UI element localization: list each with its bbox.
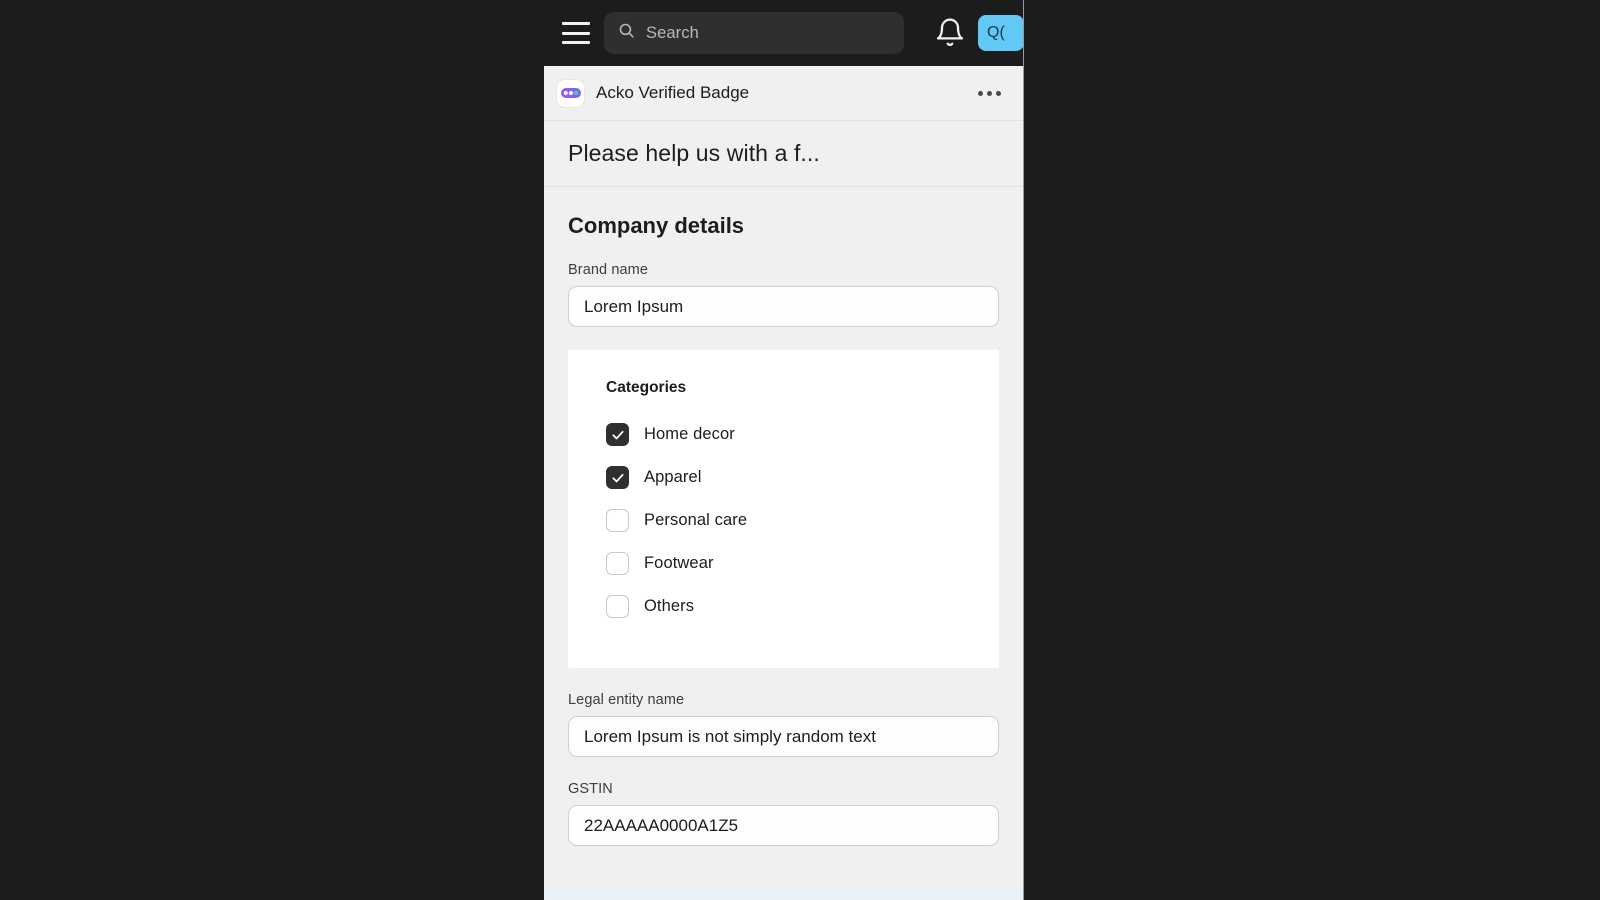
checkbox-label-others: Others [644,597,695,615]
field-brand-name: Brand name Lorem Ipsum [544,262,1023,327]
more-options-kebab-icon[interactable] [976,85,1003,102]
checkbox-footwear[interactable] [606,552,629,575]
checkbox-label-home-decor: Home decor [644,425,735,443]
field-gstin: GSTIN 22AAAAA0000A1Z5 [544,781,1023,846]
checkbox-row-personal-care[interactable]: Personal care [568,499,999,542]
search-input[interactable]: Search [604,12,904,54]
checkbox-apparel[interactable] [606,466,629,489]
acko-app-icon [557,79,584,107]
input-brand-name[interactable]: Lorem Ipsum [568,286,999,327]
categories-card: Categories Home decor Apparel Personal c… [568,350,999,668]
app-header: Acko Verified Badge [544,66,1023,121]
input-legal-entity-name[interactable]: Lorem Ipsum is not simply random text [568,716,999,757]
input-gstin[interactable]: 22AAAAA0000A1Z5 [568,805,999,846]
top-navigation-bar: Search Q( [544,0,1023,66]
checkbox-others[interactable] [606,595,629,618]
checkbox-row-footwear[interactable]: Footwear [568,542,999,585]
bottom-accent-strip [544,887,1023,900]
checkbox-row-apparel[interactable]: Apparel [568,456,999,499]
field-label-brand-name: Brand name [568,262,648,278]
checkbox-label-personal-care: Personal care [644,511,748,529]
mobile-viewport: Search Q( Acko Verified Badge Please hel… [544,0,1024,900]
search-icon [618,22,635,44]
check-icon [611,473,624,482]
page-title: Please help us with a f... [568,140,820,166]
checkbox-label-apparel: Apparel [644,468,702,486]
checkbox-label-footwear: Footwear [644,554,714,572]
hamburger-menu-icon[interactable] [562,22,590,44]
section-title-company-details: Company details [568,213,745,238]
field-label-gstin: GSTIN [568,781,613,797]
checkbox-personal-care[interactable] [606,509,629,532]
avatar[interactable]: Q( [978,15,1023,51]
categories-title: Categories [606,379,687,396]
form-body: Company details Brand name Lorem Ipsum C… [544,187,1023,900]
checkbox-row-others[interactable]: Others [568,585,999,628]
app-title: Acko Verified Badge [596,83,750,102]
form-title-bar: Please help us with a f... [544,121,1023,187]
screen-root: Search Q( Acko Verified Badge Please hel… [0,0,1600,900]
checkbox-row-home-decor[interactable]: Home decor [568,413,999,456]
field-legal-entity-name: Legal entity name Lorem Ipsum is not sim… [544,692,1023,757]
search-placeholder-text: Search [646,23,699,42]
checkbox-home-decor[interactable] [606,423,629,446]
field-label-legal-entity-name: Legal entity name [568,692,685,708]
bell-icon[interactable] [934,17,966,49]
check-icon [611,430,624,439]
